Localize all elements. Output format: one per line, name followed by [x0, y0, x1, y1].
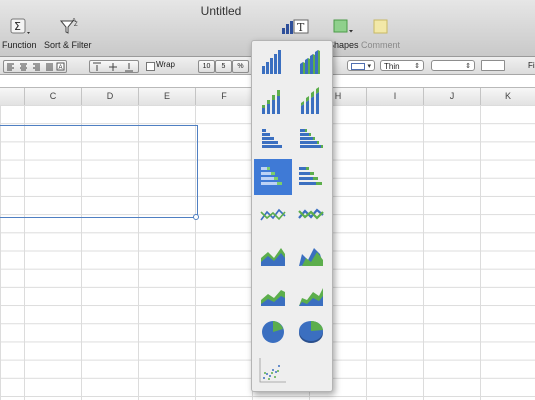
bar-3d-chart-icon: [300, 129, 323, 148]
pie-3d-chart-icon: [299, 320, 323, 343]
line-3d-chart-icon: [298, 208, 324, 220]
wrap-label: Wrap: [156, 60, 175, 69]
column-header-k[interactable]: K: [480, 88, 535, 105]
bar-chart-horizontal-icon: [262, 129, 282, 148]
sort-filter-button[interactable]: Z A Sort & Filter: [44, 18, 92, 50]
number-format-button-1[interactable]: 10: [198, 60, 215, 73]
alignment-segmented-control[interactable]: A: [3, 60, 67, 73]
chart-type-bar-stacked[interactable]: [254, 159, 292, 195]
line-chart-icon: [260, 208, 286, 221]
cell-selection-range[interactable]: [0, 125, 198, 218]
scatter-chart-icon: [259, 358, 286, 383]
stacked-area-chart-icon: [261, 290, 285, 306]
column-header-i[interactable]: I: [366, 88, 423, 105]
area-chart-icon: [261, 248, 285, 266]
sort-filter-label: Sort & Filter: [44, 40, 92, 50]
column-header-d[interactable]: D: [81, 88, 138, 105]
column-header-f[interactable]: F: [195, 88, 252, 105]
column-3d-chart-icon: [300, 50, 320, 74]
svg-text:A: A: [72, 18, 76, 24]
comment-label: Comment: [361, 40, 401, 50]
column-header-j[interactable]: J: [423, 88, 480, 105]
chart-type-pie-3d[interactable]: [292, 314, 330, 350]
border-weight-value: Thin: [384, 62, 400, 71]
format-bar-trailing-label: Fi: [528, 61, 535, 70]
chart-type-area-3d[interactable]: [292, 238, 330, 274]
stacked-bar-3d-chart-icon: [299, 167, 322, 185]
window-title: Untitled: [200, 4, 242, 18]
stacked-bar-chart-icon: [261, 167, 282, 185]
selection-fill-handle[interactable]: [193, 214, 199, 220]
svg-text:A: A: [59, 65, 63, 71]
chevron-down-icon: ▾: [367, 63, 371, 70]
shapes-icon: [333, 19, 354, 33]
chart-type-area-stacked[interactable]: [254, 278, 292, 314]
grid-column-line: [480, 105, 481, 400]
updown-arrows-icon: ⇕: [414, 63, 420, 70]
vertical-align-control[interactable]: [89, 60, 139, 73]
fill-color-swatch[interactable]: [481, 60, 505, 71]
align-icons: A: [7, 62, 65, 71]
chart-type-bar-clustered[interactable]: [254, 122, 292, 158]
pie-chart-icon: [262, 321, 284, 343]
chart-type-column-3d[interactable]: [292, 44, 330, 80]
area-3d-chart-icon: [299, 248, 323, 266]
function-label: Function: [2, 40, 37, 50]
wrap-checkbox[interactable]: [146, 62, 155, 71]
chart-type-column-clustered[interactable]: [254, 44, 292, 80]
svg-text:Σ: Σ: [14, 20, 21, 33]
stacked-column-3d-chart-icon: [301, 87, 319, 114]
chart-type-column-stacked-3d[interactable]: [292, 84, 330, 120]
number-format-button-2[interactable]: 5: [215, 60, 232, 73]
chart-type-line-3d[interactable]: [292, 198, 330, 234]
border-icon: [351, 63, 365, 71]
svg-text:T: T: [297, 21, 305, 34]
comment-note-icon: [373, 19, 387, 34]
chart-type-line[interactable]: [254, 198, 292, 234]
comment-button[interactable]: Comment: [361, 18, 400, 50]
chart-gallery-menu: [251, 40, 333, 392]
stacked-column-chart-icon: [262, 90, 280, 114]
stacked-area-3d-chart-icon: [299, 288, 323, 306]
grid-column-line: [423, 105, 424, 400]
column-header-e[interactable]: E: [138, 88, 195, 105]
chart-type-pie[interactable]: [254, 314, 292, 350]
vertical-align-icons: [93, 62, 133, 72]
chart-type-bar-3d[interactable]: [292, 122, 330, 158]
function-button[interactable]: Σ Function: [2, 18, 37, 50]
grid-column-line: [366, 105, 367, 400]
textbox-icon: T: [293, 19, 309, 34]
border-weight-select[interactable]: Thin ⇕: [380, 60, 424, 71]
updown-arrows-icon-2: ⇕: [465, 63, 471, 70]
textbox-button[interactable]: T: [292, 18, 310, 38]
chart-type-column-stacked[interactable]: [254, 84, 292, 120]
border-style-popup[interactable]: ▾: [347, 60, 375, 71]
filter-funnel-icon: Z A: [59, 18, 78, 34]
chart-type-bar-stacked-3d[interactable]: [292, 159, 330, 195]
chart-type-area[interactable]: [254, 238, 292, 274]
column-header-c[interactable]: C: [24, 88, 81, 105]
sigma-icon: Σ: [10, 18, 31, 34]
percent-button[interactable]: %: [232, 60, 249, 73]
line-color-select[interactable]: ⇕: [431, 60, 475, 71]
chart-type-scatter[interactable]: [254, 352, 292, 388]
chart-type-area-stacked-3d[interactable]: [292, 278, 330, 314]
column-chart-icon: [262, 50, 281, 74]
